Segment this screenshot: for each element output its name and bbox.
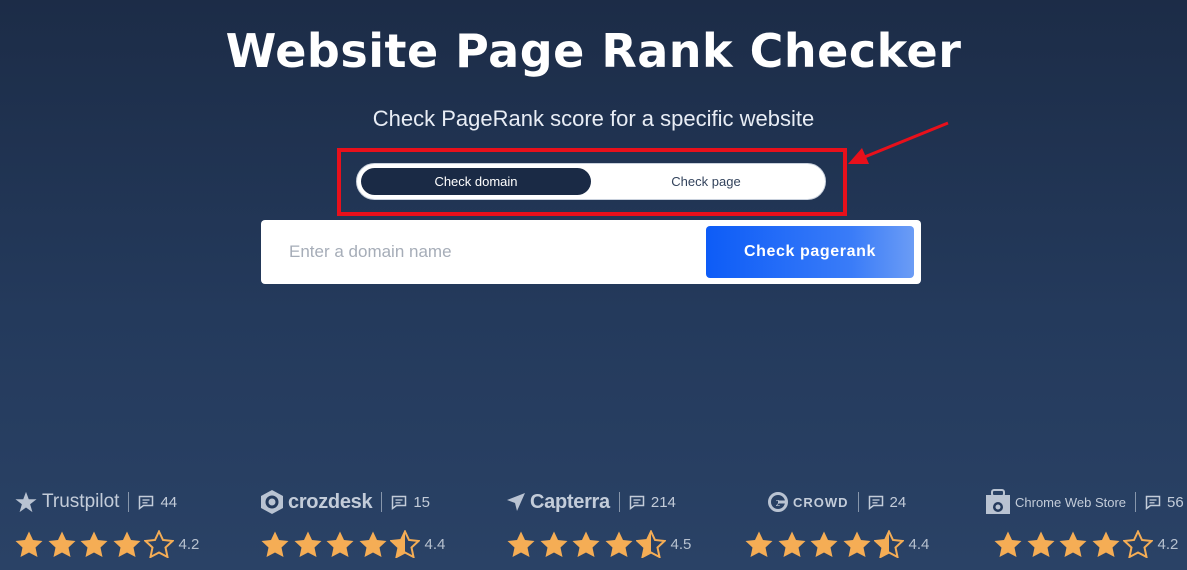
comment-icon [1145, 495, 1161, 510]
star-rating: 4.4 [744, 530, 929, 558]
star-full-icon [261, 531, 289, 557]
rating-trustpilot[interactable]: Trustpilot 44 4.2 [14, 488, 199, 558]
separator [381, 492, 383, 512]
rating-chrome-web-store[interactable]: Chrome Web Store 56 4.2 [985, 488, 1184, 558]
star-full-icon [359, 531, 386, 557]
star-full-icon [48, 531, 75, 557]
chrome-web-store-icon [986, 489, 1010, 514]
star-full-icon [294, 531, 321, 557]
star-full-icon [80, 531, 108, 557]
rating-score: 4.2 [1157, 535, 1179, 553]
star-rating: 4.5 [506, 530, 691, 558]
comment-icon [392, 495, 407, 510]
svg-text:2: 2 [775, 499, 780, 508]
star-rating: 4.2 [993, 530, 1184, 558]
review-count: 56 [1167, 493, 1184, 511]
rating-crozdesk[interactable]: crozdesk 15 4.4 [260, 488, 445, 558]
star-full-icon [540, 531, 567, 557]
rating-score: 4.2 [178, 535, 200, 553]
review-count: 214 [650, 493, 676, 511]
star-full-icon [994, 531, 1022, 557]
star-half-icon [636, 530, 666, 558]
star-icon [15, 491, 37, 513]
toggle-check-domain[interactable]: Check domain [361, 168, 591, 195]
star-full-icon [1059, 531, 1087, 557]
g2-logo-icon: 2 [768, 492, 788, 512]
star-full-icon [1092, 531, 1119, 557]
toggle-check-page[interactable]: Check page [591, 168, 821, 195]
star-full-icon [810, 531, 838, 557]
rating-capterra[interactable]: Capterra 214 4.5 [506, 488, 691, 558]
page-title: Website Page Rank Checker [225, 24, 962, 78]
separator [1135, 492, 1137, 512]
capterra-arrow-icon [507, 493, 525, 511]
star-full-icon [15, 531, 43, 557]
mode-toggle: Check domain Check page [356, 163, 826, 200]
star-full-icon [572, 531, 600, 557]
star-half-icon [874, 530, 904, 558]
review-count: 15 [413, 493, 430, 511]
star-full-icon [843, 531, 870, 557]
star-rating: 4.4 [260, 530, 445, 558]
brand-name: crozdesk [288, 490, 373, 513]
separator [857, 492, 859, 512]
page-subtitle: Check PageRank score for a specific webs… [372, 106, 815, 131]
rating-score: 4.4 [908, 535, 930, 553]
rating-score: 4.4 [424, 535, 446, 553]
star-empty-icon [144, 530, 174, 558]
brand-name: Trustpilot [42, 491, 120, 512]
star-full-icon [507, 531, 535, 557]
ratings-bar: Trustpilot 44 4.2 crozdesk 15 4.4 Capter… [0, 488, 1187, 570]
comment-icon [629, 495, 645, 510]
star-full-icon [778, 531, 805, 557]
search-card: Check pagerank [261, 220, 921, 284]
rating-g2-crowd[interactable]: 2 CROWD 24 4.4 [745, 488, 929, 558]
check-pagerank-button[interactable]: Check pagerank [706, 226, 914, 278]
comment-icon [139, 495, 154, 510]
domain-input[interactable] [279, 230, 699, 274]
separator [128, 492, 130, 512]
star-full-icon [1027, 531, 1054, 557]
star-rating: 4.2 [14, 530, 199, 558]
review-count: 44 [160, 493, 178, 511]
star-full-icon [605, 531, 632, 557]
brand-name: Chrome Web Store [1015, 494, 1127, 510]
annotation-arrow-icon [848, 121, 949, 164]
crozdesk-logo-icon [261, 490, 283, 514]
brand-name: CROWD [793, 494, 849, 510]
separator [618, 492, 620, 512]
brand-name: Capterra [530, 490, 610, 513]
star-empty-icon [1123, 530, 1153, 558]
rating-score: 4.5 [670, 535, 692, 553]
review-count: 24 [889, 493, 907, 511]
comment-icon [868, 495, 883, 510]
star-full-icon [113, 531, 140, 557]
star-full-icon [745, 531, 773, 557]
star-half-icon [390, 530, 420, 558]
star-full-icon [326, 531, 354, 557]
